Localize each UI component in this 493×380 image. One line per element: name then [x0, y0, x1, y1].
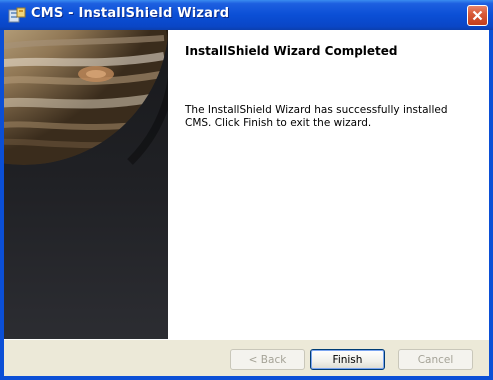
close-button[interactable] — [467, 5, 488, 26]
finish-button[interactable]: Finish — [310, 349, 385, 370]
content-panel: InstallShield Wizard Completed The Insta… — [168, 30, 489, 339]
title-bar[interactable]: CMS - InstallShield Wizard — [0, 0, 493, 30]
banner-image — [4, 30, 168, 339]
window-frame-right — [489, 30, 493, 376]
close-icon — [472, 10, 483, 21]
window-title: CMS - InstallShield Wizard — [31, 6, 230, 21]
completion-message: The InstallShield Wizard has successfull… — [185, 104, 448, 129]
button-bar: < Back Finish Cancel — [4, 339, 489, 376]
installer-window: CMS - InstallShield Wizard InstallShield… — [0, 0, 493, 380]
installer-app-icon — [8, 7, 26, 23]
window-frame-bottom — [0, 376, 493, 380]
jupiter-planet-image — [4, 30, 168, 339]
back-button[interactable]: < Back — [230, 349, 305, 370]
cancel-button[interactable]: Cancel — [398, 349, 473, 370]
page-heading: InstallShield Wizard Completed — [185, 44, 398, 58]
